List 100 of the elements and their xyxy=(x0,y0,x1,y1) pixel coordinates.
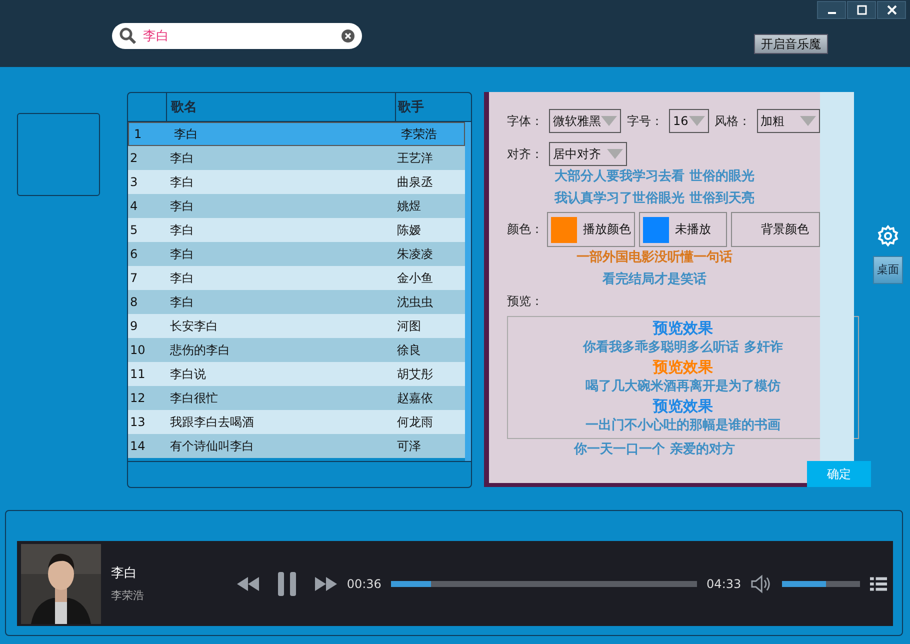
color-button[interactable]: 未播放 xyxy=(639,212,728,247)
font-label: 字体： xyxy=(507,112,543,130)
song-row[interactable]: 1 李白 李荣浩 xyxy=(128,122,465,146)
dropdown-arrow-icon xyxy=(607,149,623,159)
row-number: 12 xyxy=(129,391,146,405)
row-number: 2 xyxy=(129,151,139,165)
preview-label: 预览： xyxy=(507,293,544,310)
row-number: 13 xyxy=(129,415,146,429)
lyric-line: 你一天一口一个 亲爱的对方 xyxy=(574,442,735,458)
search-box[interactable]: 李白 xyxy=(112,23,362,49)
color-button[interactable]: 播放颜色 xyxy=(547,212,636,247)
singer-name: 沈虫虫 xyxy=(396,294,434,310)
align-dropdown[interactable]: 居中对齐 xyxy=(549,142,627,166)
song-title: 李白 xyxy=(111,565,138,582)
row-number: 4 xyxy=(129,199,139,213)
singer-name: 姚煜 xyxy=(396,198,422,214)
song-row[interactable]: 5 李白 陈嫒 xyxy=(128,218,465,242)
style-dropdown[interactable]: 加粗 xyxy=(756,109,820,133)
preview-text: 预览效果 xyxy=(653,358,713,377)
next-icon[interactable] xyxy=(314,576,337,590)
elapsed-time: 00:36 xyxy=(346,576,382,590)
preview-text: 预览效果 xyxy=(653,397,713,416)
row-number: 9 xyxy=(129,319,139,333)
lyric-line: 你看我多乖多聪明多么听话 多奸诈 xyxy=(583,340,783,356)
artist-name: 李荣浩 xyxy=(111,588,145,603)
color-label: 颜色： xyxy=(507,221,543,238)
singer-name: 可泽 xyxy=(396,438,422,454)
singer-name: 陈嫒 xyxy=(396,222,422,238)
singer-name: 徐良 xyxy=(396,342,422,358)
song-title: 我跟李白去喝酒 xyxy=(169,414,255,430)
dropdown-arrow-icon xyxy=(688,116,705,126)
desktop-lyrics-button[interactable]: 桌面 xyxy=(873,256,903,284)
song-title: 李白 xyxy=(169,270,195,286)
preview-text: 预览效果 xyxy=(653,319,713,338)
song-row[interactable]: 2 李白 王艺洋 xyxy=(128,146,465,170)
song-row[interactable]: 12 李白很忙 赵嘉依 xyxy=(128,386,465,410)
row-number: 1 xyxy=(133,127,143,141)
lyric-line: 大部分人要我学习去看 世俗的眼光 xyxy=(554,169,754,185)
song-row[interactable]: 11 李白说 胡艾彤 xyxy=(128,362,465,386)
row-number: 6 xyxy=(129,247,139,261)
row-number: 3 xyxy=(129,175,139,189)
music-magic-button[interactable]: 开启音乐魔 xyxy=(754,34,828,54)
volume-slider[interactable] xyxy=(782,580,860,586)
song-row[interactable]: 7 李白 金小鱼 xyxy=(128,266,465,290)
song-row[interactable]: 4 李白 姚煜 xyxy=(128,194,465,218)
playlist-icon[interactable] xyxy=(870,576,887,590)
singer-name: 赵嘉依 xyxy=(396,390,434,406)
lyric-line: 看完结局才是笑话 xyxy=(602,272,706,288)
size-label: 字号： xyxy=(627,112,663,130)
row-number: 5 xyxy=(129,223,139,237)
singer-name: 朱凌凌 xyxy=(396,246,434,262)
close-icon xyxy=(886,5,896,15)
song-row[interactable]: 10 悲伤的李白 徐良 xyxy=(128,338,465,362)
song-title: 李白说 xyxy=(169,366,207,382)
search-field[interactable]: 李白 xyxy=(143,28,335,44)
singer-name: 王艺洋 xyxy=(396,150,434,166)
settings-icon[interactable] xyxy=(876,224,900,248)
close-button[interactable] xyxy=(877,1,906,19)
song-title: 李白 xyxy=(173,126,199,142)
progress-bar[interactable] xyxy=(391,580,697,586)
duration-time: 04:33 xyxy=(706,576,742,590)
singer-name: 何龙雨 xyxy=(396,414,434,430)
color-button[interactable]: 背景颜色 xyxy=(731,212,820,247)
row-number: 14 xyxy=(129,439,146,453)
row-number: 10 xyxy=(129,343,146,357)
song-title: 李白 xyxy=(169,174,195,190)
style-label: 风格： xyxy=(714,112,751,130)
pause-icon[interactable] xyxy=(276,572,297,596)
minimize-icon xyxy=(828,12,836,14)
header-cell: 歌手 xyxy=(395,93,465,121)
song-row[interactable]: 9 长安李白 河图 xyxy=(128,314,465,338)
song-row[interactable]: 3 李白 曲泉丞 xyxy=(128,170,465,194)
song-title: 李白 xyxy=(169,246,195,262)
size-dropdown[interactable]: 16 xyxy=(669,109,709,133)
song-title: 有个诗仙叫李白 xyxy=(169,438,255,454)
song-row[interactable]: 6 李白 朱凌凌 xyxy=(128,242,465,266)
song-row[interactable]: 14 有个诗仙叫李白 可泽 xyxy=(128,434,465,458)
singer-name: 胡艾彤 xyxy=(396,366,434,382)
song-title: 李白 xyxy=(169,150,195,166)
minimize-button[interactable] xyxy=(817,1,846,19)
clear-icon[interactable] xyxy=(341,29,355,43)
volume-icon[interactable] xyxy=(751,574,772,594)
lyric-line: 喝了几大碗米酒再离开是为了模仿 xyxy=(586,379,780,395)
song-title: 悲伤的李白 xyxy=(169,342,231,358)
maximize-button[interactable] xyxy=(847,1,876,19)
singer-name: 金小鱼 xyxy=(396,270,434,286)
align-label: 对齐： xyxy=(507,146,543,162)
song-title: 李白 xyxy=(169,222,195,238)
song-row[interactable]: 8 李白 沈虫虫 xyxy=(128,290,465,314)
row-number: 8 xyxy=(129,295,139,309)
row-number: 7 xyxy=(129,271,139,285)
song-title: 长安李白 xyxy=(169,318,219,334)
lyric-line: 一出门不小心吐的那幅是谁的书画 xyxy=(586,418,780,434)
lyric-line: 我认真学习了世俗眼光 世俗到天亮 xyxy=(554,191,754,207)
dropdown-arrow-icon xyxy=(601,116,617,126)
song-title: 李白 xyxy=(169,294,195,310)
header-cell: 歌名 xyxy=(166,93,395,121)
previous-icon[interactable] xyxy=(236,576,259,590)
song-row[interactable]: 13 我跟李白去喝酒 何龙雨 xyxy=(128,410,465,434)
font-dropdown[interactable]: 微软雅黑 xyxy=(549,109,621,133)
